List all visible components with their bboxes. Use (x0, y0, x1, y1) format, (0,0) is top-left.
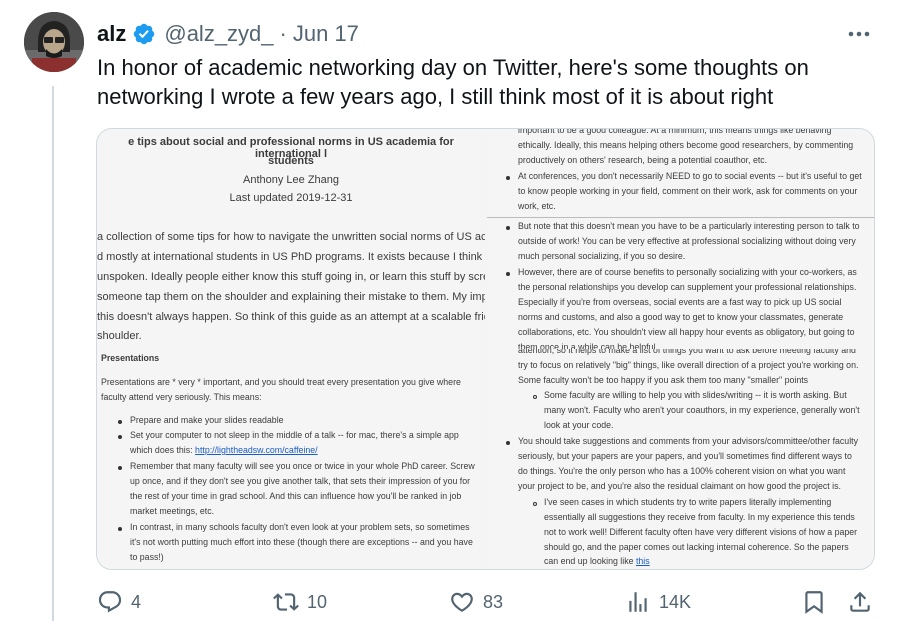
doc-line: faculty attend very seriously. This mean… (101, 392, 262, 402)
doc-line: However, there are of course benefits to… (518, 267, 857, 277)
doc-line: look at your code. (544, 420, 614, 430)
doc-line: productively on others' research, being … (518, 155, 768, 165)
doc-intro-line: someone tap them on the shoulder and exp… (97, 291, 485, 303)
doc-line: ethically. Ideally, this means helping o… (518, 140, 854, 150)
bullet-icon (118, 420, 122, 424)
tweet-header: alz @alz_zyd_ · Jun 17 (97, 20, 359, 48)
doc-line: it's not worth putting much effort into … (130, 537, 473, 547)
reply-button[interactable]: 4 (97, 586, 141, 618)
tweet-date[interactable]: Jun 17 (293, 21, 359, 47)
doc-line: should go, and the paper comes out lacki… (544, 542, 849, 552)
bullet-icon (118, 527, 122, 531)
sub-bullet-icon (533, 502, 537, 506)
doc-line: work, etc. (518, 201, 556, 211)
bullet-icon (506, 441, 510, 445)
bullet-icon (506, 226, 510, 230)
doc-title-cont: students (268, 155, 314, 167)
section-heading: Presentations (101, 353, 160, 363)
sub-bullet-icon (533, 395, 537, 399)
like-button[interactable]: 83 (449, 586, 503, 618)
doc-line: try to focus on relatively "big" things,… (518, 360, 859, 370)
retweet-button[interactable]: 10 (273, 586, 327, 618)
doc-colleague-panel: important to be a good colleague. At a m… (487, 129, 874, 217)
retweet-icon (273, 593, 299, 611)
bullet-icon (506, 176, 510, 180)
doc-line: Some faculty won't be too happy if you a… (518, 375, 809, 385)
doc-author: Anthony Lee Zhang (242, 174, 340, 186)
doc-social-panel: But note that this doesn't mean you have… (487, 217, 874, 350)
doc-line: which does this: http://lightheadsw.com/… (130, 443, 318, 458)
doc-line: much personal socializing, if you so des… (518, 251, 686, 261)
bullet-icon (118, 466, 122, 470)
doc-faculty-panel: attention, so it helps to make a list of… (487, 349, 874, 569)
doc-updated: Last updated 2019-12-31 (229, 192, 353, 204)
doc-line: I've seen cases in which students try to… (544, 497, 832, 507)
attached-image[interactable]: e tips about social and professional nor… (96, 128, 875, 570)
doc-line-text: which does this: (130, 445, 196, 455)
doc-line: Remember that many faculty will see you … (130, 461, 475, 471)
bullet-icon (506, 272, 510, 276)
doc-line: norms and customs, and also a good way t… (518, 312, 844, 322)
bookmark-button[interactable] (801, 586, 827, 618)
author-name[interactable]: alz (97, 21, 126, 47)
doc-intro-line: unspoken. Ideally people either know thi… (97, 271, 485, 283)
author-handle[interactable]: @alz_zyd_ (164, 21, 273, 47)
doc-line: Set your computer to not sleep in the mi… (130, 430, 459, 440)
doc-line: essentially all suggestions they receive… (544, 512, 855, 522)
doc-intro-line: d mostly at international students in US… (97, 251, 485, 263)
doc-line: Presentations are * very * important, an… (101, 377, 461, 387)
doc-line: Some faculty are willing to help you wit… (544, 390, 847, 400)
bookmark-icon (805, 591, 823, 614)
doc-line: can end up looking like this (544, 554, 650, 569)
reply-count: 4 (131, 591, 142, 612)
reply-icon (98, 591, 122, 613)
doc-line: In contrast, in many schools faculty don… (130, 522, 470, 532)
doc-line: You should take suggestions and comments… (518, 436, 858, 446)
share-button[interactable] (847, 586, 873, 618)
doc-line: market meetings, etc. (130, 506, 215, 516)
verified-badge-icon (134, 23, 155, 45)
views-count: 14K (659, 591, 692, 612)
doc-intro-line: a collection of some tips for how to nav… (97, 231, 485, 243)
like-icon (451, 592, 473, 612)
doc-line: your project to be, and you're also the … (518, 481, 841, 491)
doc-line-text: can end up looking like (544, 556, 636, 566)
doc-line: the personal relationships you develop c… (518, 282, 857, 292)
caffeine-link[interactable]: http://lightheadsw.com/caffeine/ (195, 445, 318, 455)
tweet-text: In honor of academic networking day on T… (97, 55, 809, 109)
this-link[interactable]: this (636, 556, 650, 566)
doc-line: But note that this doesn't mean you have… (518, 221, 860, 231)
doc-line: seriously, but your papers are your pape… (518, 451, 852, 461)
doc-line: to know people working in your field, co… (518, 186, 858, 196)
doc-line: not to work well! Different faculty ofte… (544, 527, 858, 537)
avatar[interactable] (24, 12, 84, 72)
doc-line: collaborations, etc. You shouldn't view … (518, 327, 855, 337)
doc-line: do things. You're the only person who ha… (518, 466, 846, 476)
more-icon[interactable] (844, 20, 874, 48)
doc-intro-line: shoulder. (97, 330, 142, 342)
doc-line: Prepare and make your slides readable (130, 415, 284, 425)
doc-line: the rest of your time in grad school. An… (130, 491, 462, 501)
doc-title-panel: e tips about social and professional nor… (97, 129, 485, 349)
doc-line: outside of work! You can be very effecti… (518, 236, 856, 246)
retweet-count: 10 (307, 591, 328, 612)
share-icon (850, 591, 870, 612)
doc-line: attention, so it helps to make a list of… (518, 349, 856, 355)
doc-line: At conferences, you don't necessarily NE… (518, 171, 862, 181)
doc-intro-line: this doesn't always happen. So think of … (97, 311, 485, 323)
bullet-icon (118, 435, 122, 439)
doc-line: up once, and if they don't see you give … (130, 476, 471, 486)
doc-line: Especially if you're from overseas, soci… (518, 297, 842, 307)
views-button[interactable]: 14K (625, 586, 691, 618)
separator-dot: · (279, 21, 287, 46)
thread-line (52, 86, 54, 621)
doc-line: many won't. Faculty who aren't your coau… (544, 405, 860, 415)
doc-line: to pass!) (130, 552, 164, 562)
views-icon (629, 592, 647, 612)
doc-presentations-panel: Presentations Presentations are * very *… (97, 349, 485, 569)
like-count: 83 (483, 591, 504, 612)
doc-line: important to be a good colleague. At a m… (518, 129, 832, 135)
tweet-actions: 4 10 83 14K (97, 586, 877, 618)
